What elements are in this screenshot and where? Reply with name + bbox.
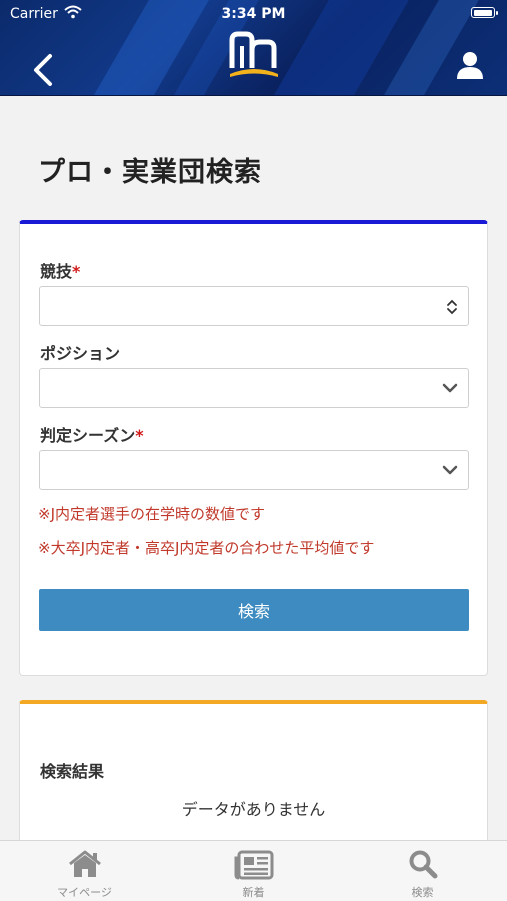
tab-label: 新着: [242, 886, 265, 899]
user-icon: [457, 52, 483, 79]
note-text: ※J内定者選手の在学時の数値です: [38, 505, 265, 523]
search-button[interactable]: 検索: [39, 589, 469, 631]
results-card: 検索結果 データがありません: [19, 700, 488, 860]
chevron-down-icon: [442, 465, 458, 475]
clock: 3:34 PM: [221, 6, 286, 22]
season-select[interactable]: [39, 450, 469, 490]
newspaper-icon: [234, 850, 273, 880]
sport-label: 競技*: [40, 258, 80, 282]
battery-fill: [473, 9, 492, 16]
chevron-left-icon: [34, 54, 52, 86]
page-title: プロ・実業団検索: [38, 157, 262, 188]
note-text: ※大卒J内定者・高卒J内定者の合わせた平均値です: [38, 539, 375, 557]
status-bar: Carrier 3:34 PM: [0, 0, 507, 28]
updown-chevron-icon: [447, 299, 457, 315]
empty-results-text: データがありません: [181, 800, 326, 819]
home-icon: [68, 850, 101, 877]
tab-label: マイページ: [57, 886, 112, 899]
season-label-text: 判定シーズン: [40, 426, 136, 445]
position-label: ポジション: [40, 344, 121, 363]
user-button[interactable]: [455, 50, 485, 80]
search-icon: [409, 850, 437, 879]
search-form-card: 競技* ポジション 判定シーズン* ※J内定者選手の在学時の数値です ※大卒J内…: [19, 220, 488, 676]
required-mark: *: [135, 426, 144, 445]
sport-select[interactable]: [39, 286, 469, 326]
tab-mypage[interactable]: マイページ: [0, 841, 169, 901]
sport-label-text: 競技: [40, 262, 73, 281]
tab-search[interactable]: 検索: [338, 841, 507, 901]
results-title: 検索結果: [40, 762, 105, 781]
back-button[interactable]: [26, 50, 60, 90]
tab-bar: マイページ 新着 検索: [0, 840, 507, 901]
tab-label: 検索: [411, 886, 434, 899]
tab-news[interactable]: 新着: [169, 841, 338, 901]
position-select[interactable]: [39, 368, 469, 408]
required-mark: *: [72, 262, 81, 281]
battery-icon: [471, 7, 498, 18]
chevron-down-icon: [442, 383, 458, 393]
season-label: 判定シーズン*: [40, 422, 144, 446]
brand-logo: [229, 31, 278, 77]
app-header: Carrier 3:34 PM: [0, 0, 507, 96]
